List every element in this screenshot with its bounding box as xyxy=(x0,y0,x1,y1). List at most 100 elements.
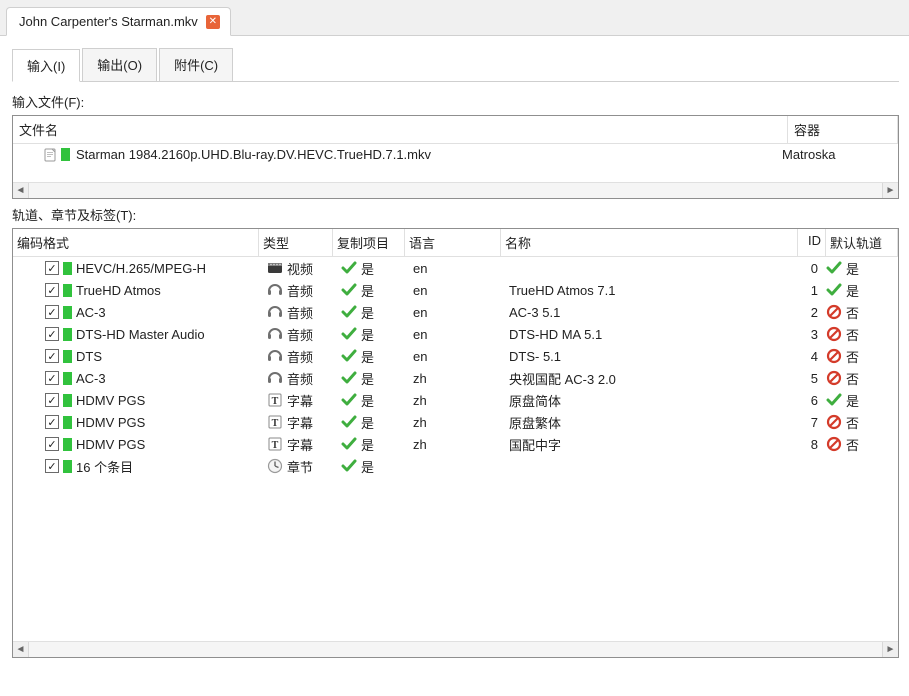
track-body: ✓HEVC/H.265/MPEG-H视频是en0是✓TrueHD Atmos音频… xyxy=(13,257,898,477)
track-lang: en xyxy=(413,349,427,364)
track-type: 视频 xyxy=(287,259,313,278)
status-block-icon xyxy=(63,372,72,385)
col-default[interactable]: 默认轨道 xyxy=(826,229,898,256)
input-file-label: 输入文件(F): xyxy=(12,92,899,111)
track-default: 是 xyxy=(846,259,859,278)
track-id: 4 xyxy=(811,349,818,364)
track-type: 音频 xyxy=(287,325,313,344)
track-type: 音频 xyxy=(287,303,313,322)
track-row[interactable]: ✓16 个条目章节是 xyxy=(13,455,898,477)
col-container[interactable]: 容器 xyxy=(788,116,898,143)
close-icon[interactable]: ✕ xyxy=(206,15,220,29)
track-checkbox[interactable]: ✓ xyxy=(45,459,59,473)
track-checkbox[interactable]: ✓ xyxy=(45,305,59,319)
track-codec: DTS xyxy=(76,349,102,364)
track-default: 否 xyxy=(846,347,859,366)
track-name: TrueHD Atmos 7.1 xyxy=(509,283,615,298)
scroll-right-icon[interactable]: ► xyxy=(882,183,898,198)
col-type[interactable]: 类型 xyxy=(259,229,333,256)
track-row[interactable]: ✓HDMV PGS字幕是zh原盘简体6是 xyxy=(13,389,898,411)
input-file-list[interactable]: 文件名 容器 Starman 1984.2160p.UHD.Blu-ray.DV… xyxy=(12,115,899,199)
track-id: 1 xyxy=(811,283,818,298)
tab-attachments[interactable]: 附件(C) xyxy=(159,48,233,81)
track-codec: HDMV PGS xyxy=(76,415,145,430)
track-checkbox[interactable]: ✓ xyxy=(45,415,59,429)
status-block-icon xyxy=(63,284,72,297)
track-row[interactable]: ✓HDMV PGS字幕是zh原盘繁体7否 xyxy=(13,411,898,433)
track-row[interactable]: ✓AC-3音频是enAC-3 5.12否 xyxy=(13,301,898,323)
scroll-right-icon[interactable]: ► xyxy=(882,642,898,657)
track-lang: zh xyxy=(413,437,427,452)
tab-output[interactable]: 输出(O) xyxy=(82,48,157,81)
scroll-thumb[interactable] xyxy=(29,183,882,198)
track-copy: 是 xyxy=(361,325,374,344)
track-checkbox[interactable]: ✓ xyxy=(45,327,59,341)
track-row[interactable]: ✓AC-3音频是zh央视国配 AC-3 2.05否 xyxy=(13,367,898,389)
status-block-icon xyxy=(63,460,72,473)
track-row[interactable]: ✓DTS音频是enDTS- 5.14否 xyxy=(13,345,898,367)
track-checkbox[interactable]: ✓ xyxy=(45,371,59,385)
col-copy[interactable]: 复制项目 xyxy=(333,229,405,256)
track-codec: HDMV PGS xyxy=(76,393,145,408)
tab-input[interactable]: 输入(I) xyxy=(12,49,80,82)
file-row[interactable]: Starman 1984.2160p.UHD.Blu-ray.DV.HEVC.T… xyxy=(13,144,898,165)
headphones-icon xyxy=(267,348,283,364)
track-type: 字幕 xyxy=(287,435,313,454)
yes-icon xyxy=(341,348,357,364)
track-copy: 是 xyxy=(361,259,374,278)
col-lang[interactable]: 语言 xyxy=(405,229,501,256)
track-list[interactable]: 编码格式 类型 复制项目 语言 名称 ID 默认轨道 ✓ HEVC/H.265/M… xyxy=(12,228,899,658)
track-codec: HEVC/H.265/MPEG-H xyxy=(76,261,206,276)
status-block-icon xyxy=(63,416,72,429)
track-lang: en xyxy=(413,327,427,342)
track-name: DTS- 5.1 xyxy=(509,349,561,364)
track-header: 编码格式 类型 复制项目 语言 名称 ID 默认轨道 xyxy=(13,229,898,257)
document-icon xyxy=(43,148,57,162)
track-row[interactable]: ✓TrueHD Atmos音频是enTrueHD Atmos 7.11是 xyxy=(13,279,898,301)
file-tab[interactable]: John Carpenter's Starman.mkv ✕ xyxy=(6,7,231,36)
track-lang: en xyxy=(413,283,427,298)
track-checkbox[interactable]: ✓ xyxy=(45,261,59,275)
track-codec: TrueHD Atmos xyxy=(76,283,161,298)
track-codec: AC-3 xyxy=(76,371,106,386)
col-filename[interactable]: 文件名 xyxy=(13,116,788,143)
scroll-thumb[interactable] xyxy=(29,642,882,657)
status-block-icon xyxy=(63,438,72,451)
track-checkbox[interactable]: ✓ xyxy=(45,437,59,451)
track-checkbox[interactable]: ✓ xyxy=(45,349,59,363)
track-row[interactable]: ✓DTS-HD Master Audio音频是enDTS-HD MA 5.13否 xyxy=(13,323,898,345)
track-row[interactable]: ✓HDMV PGS字幕是zh国配中字8否 xyxy=(13,433,898,455)
col-codec[interactable]: 编码格式 xyxy=(13,229,259,256)
file-list-scrollbar[interactable]: ◄ ► xyxy=(13,182,898,198)
col-id[interactable]: ID xyxy=(798,229,826,256)
track-type: 音频 xyxy=(287,369,313,388)
track-checkbox[interactable]: ✓ xyxy=(45,393,59,407)
track-list-scrollbar[interactable]: ◄ ► xyxy=(13,641,898,657)
track-checkbox[interactable]: ✓ xyxy=(45,283,59,297)
track-codec: 16 个条目 xyxy=(76,457,133,476)
no-icon xyxy=(826,304,842,320)
track-row[interactable]: ✓HEVC/H.265/MPEG-H视频是en0是 xyxy=(13,257,898,279)
yes-icon xyxy=(826,260,842,276)
yes-icon xyxy=(341,326,357,342)
col-name[interactable]: 名称 xyxy=(501,229,798,256)
scroll-left-icon[interactable]: ◄ xyxy=(13,642,29,657)
track-type: 音频 xyxy=(287,281,313,300)
track-id: 2 xyxy=(811,305,818,320)
page-tabstrip: 输入(I) 输出(O) 附件(C) xyxy=(12,48,899,82)
track-id: 8 xyxy=(811,437,818,452)
status-block-icon xyxy=(63,306,72,319)
no-icon xyxy=(826,414,842,430)
subtitle-icon xyxy=(267,436,283,452)
track-copy: 是 xyxy=(361,303,374,322)
yes-icon xyxy=(341,370,357,386)
track-default: 否 xyxy=(846,303,859,322)
track-default: 否 xyxy=(846,413,859,432)
scroll-left-icon[interactable]: ◄ xyxy=(13,183,29,198)
yes-icon xyxy=(341,282,357,298)
panel: 输入(I) 输出(O) 附件(C) 输入文件(F): 文件名 容器 Starma… xyxy=(0,36,909,696)
file-tabstrip: John Carpenter's Starman.mkv ✕ xyxy=(0,0,909,36)
file-list-header: 文件名 容器 xyxy=(13,116,898,144)
yes-icon xyxy=(341,458,357,474)
yes-icon xyxy=(341,436,357,452)
